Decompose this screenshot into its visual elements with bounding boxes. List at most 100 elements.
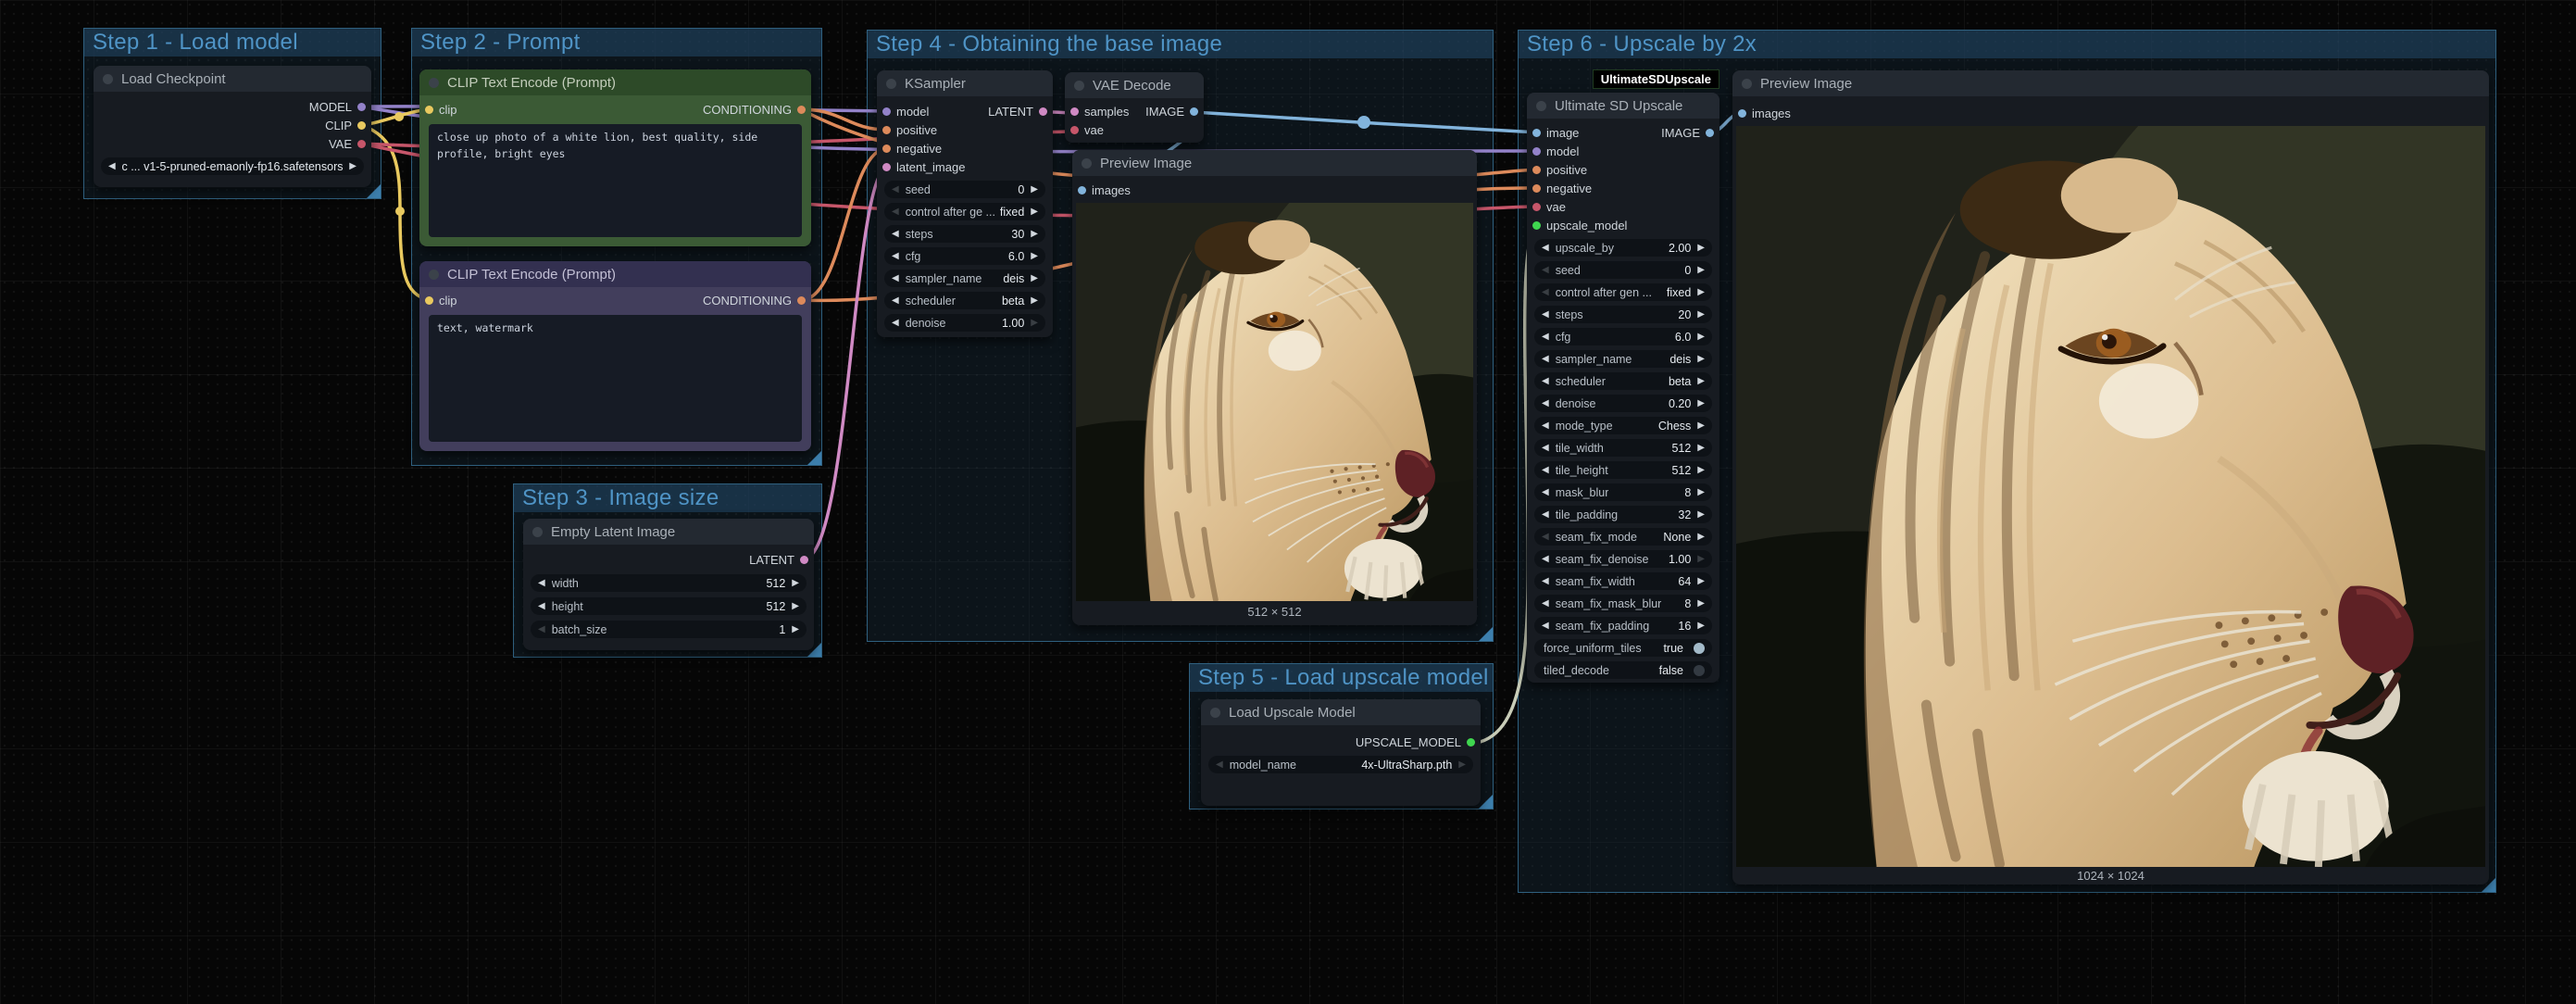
slot-dot[interactable] [1532,221,1541,230]
left-arrow-icon[interactable]: ◀ [1542,577,1549,586]
widget-seed[interactable]: ◀seed0▶ [1534,261,1712,279]
node-header[interactable]: Empty Latent Image [523,519,814,545]
left-arrow-icon[interactable]: ◀ [1542,421,1549,431]
slot-dot[interactable] [882,144,891,153]
input-slot-vae[interactable]: vae [1065,120,1204,139]
widget-tile-width[interactable]: ◀tile_width512▶ [1534,439,1712,457]
widget-upscale-by[interactable]: ◀upscale_by2.00▶ [1534,239,1712,257]
node-preview-image-upscaled[interactable]: Preview Image images 1024 × 1024 [1732,70,2489,885]
input-slot-negative[interactable]: negative [877,139,1053,157]
slot-dot[interactable] [1706,129,1714,137]
left-arrow-icon[interactable]: ◀ [1542,599,1549,609]
right-arrow-icon[interactable]: ▶ [792,579,799,588]
right-arrow-icon[interactable]: ▶ [1697,510,1705,520]
right-arrow-icon[interactable]: ▶ [1697,288,1705,297]
group-resize-handle[interactable] [367,184,381,198]
right-arrow-icon[interactable]: ▶ [1031,252,1038,261]
prompt-textarea[interactable]: close up photo of a white lion, best qua… [429,124,802,237]
right-arrow-icon[interactable]: ▶ [1697,244,1705,253]
right-arrow-icon[interactable]: ▶ [1697,488,1705,497]
node-vae-decode[interactable]: VAE Decode samples IMAGE vae [1065,72,1204,143]
node-header[interactable]: VAE Decode [1065,72,1204,98]
slot-dot[interactable] [1190,107,1198,116]
slot-dot[interactable] [797,296,806,305]
output-slot-vae[interactable]: VAE [94,134,371,153]
collapse-dot-icon[interactable] [103,74,113,84]
right-arrow-icon[interactable]: ▶ [1697,310,1705,320]
input-slot-upscale-model[interactable]: upscale_model [1527,216,1719,234]
input-slot-images[interactable]: images [1072,181,1477,199]
left-arrow-icon[interactable]: ◀ [892,252,899,261]
slot-dot[interactable] [1039,107,1047,116]
collapse-dot-icon[interactable] [429,78,439,88]
group-header[interactable]: Step 1 - Load model [84,29,381,56]
node-header[interactable]: Ultimate SD Upscale [1527,93,1719,119]
node-load-checkpoint[interactable]: Load Checkpoint MODEL CLIP VAE ◀ c ... v… [94,66,371,187]
input-slot-image[interactable]: image [1532,126,1579,140]
left-arrow-icon[interactable]: ◀ [1542,355,1549,364]
widget-seam-fix-padding[interactable]: ◀seam_fix_padding16▶ [1534,617,1712,634]
slot-dot[interactable] [1532,184,1541,193]
toggle-knob-icon[interactable] [1694,643,1705,654]
widget-denoise[interactable]: ◀denoise1.00▶ [884,314,1045,332]
slot-dot[interactable] [882,126,891,134]
left-arrow-icon[interactable]: ◀ [1542,377,1549,386]
group-resize-handle[interactable] [1479,627,1493,641]
widget-control-after-generate[interactable]: ◀control after ge ...fixed▶ [884,203,1045,220]
left-arrow-icon[interactable]: ◀ [892,185,899,195]
node-header[interactable]: CLIP Text Encode (Prompt) [419,69,811,95]
right-arrow-icon[interactable]: ▶ [1697,599,1705,609]
left-arrow-icon[interactable]: ◀ [1542,488,1549,497]
right-arrow-icon[interactable]: ▶ [1697,466,1705,475]
right-arrow-icon[interactable]: ▶ [1697,444,1705,453]
widget-tile-padding[interactable]: ◀tile_padding32▶ [1534,506,1712,523]
widget-steps[interactable]: ◀steps20▶ [1534,306,1712,323]
reroute-dot[interactable] [395,207,405,216]
node-header[interactable]: Preview Image [1072,150,1477,176]
widget-seam-fix-width[interactable]: ◀seam_fix_width64▶ [1534,572,1712,590]
widget-cfg[interactable]: ◀cfg6.0▶ [1534,328,1712,345]
slot-dot[interactable] [1532,166,1541,174]
output-slot-image[interactable]: IMAGE [1661,126,1714,140]
widget-scheduler[interactable]: ◀schedulerbeta▶ [1534,372,1712,390]
collapse-dot-icon[interactable] [1742,79,1752,89]
input-slot-images[interactable]: images [1732,104,2489,122]
input-slot-model[interactable]: model [1527,142,1719,160]
collapse-dot-icon[interactable] [886,79,896,89]
left-arrow-icon[interactable]: ◀ [1542,244,1549,253]
input-slot-clip[interactable]: clip [425,103,457,117]
node-clip-text-encode-positive[interactable]: CLIP Text Encode (Prompt) clip CONDITION… [419,69,811,246]
slot-dot[interactable] [357,121,366,130]
widget-batch-size[interactable]: ◀batch_size1▶ [531,621,807,638]
output-slot-image[interactable]: IMAGE [1145,105,1198,119]
widget-tile-height[interactable]: ◀tile_height512▶ [1534,461,1712,479]
collapse-dot-icon[interactable] [1074,81,1084,91]
left-arrow-icon[interactable]: ◀ [1542,510,1549,520]
left-arrow-icon[interactable]: ◀ [1542,466,1549,475]
widget-cfg[interactable]: ◀cfg6.0▶ [884,247,1045,265]
widget-seam-fix-mask-blur[interactable]: ◀seam_fix_mask_blur8▶ [1534,595,1712,612]
output-slot-conditioning[interactable]: CONDITIONING [703,294,806,307]
slot-dot[interactable] [1070,126,1079,134]
input-slot-vae[interactable]: vae [1527,197,1719,216]
right-arrow-icon[interactable]: ▶ [1697,533,1705,542]
left-arrow-icon[interactable]: ◀ [1542,288,1549,297]
slot-dot[interactable] [1070,107,1079,116]
left-arrow-icon[interactable]: ◀ [892,230,899,239]
widget-seed[interactable]: ◀seed0▶ [884,181,1045,198]
output-slot-model[interactable]: MODEL [94,97,371,116]
slot-dot[interactable] [1467,738,1475,747]
node-preview-image-base[interactable]: Preview Image images 512 × 512 [1072,150,1477,625]
right-arrow-icon[interactable]: ▶ [1458,760,1466,770]
input-slot-clip[interactable]: clip [425,294,457,307]
widget-model-name[interactable]: ◀model_name4x-UltraSharp.pth▶ [1208,756,1473,773]
slot-dot[interactable] [1532,147,1541,156]
left-arrow-icon[interactable]: ◀ [1542,266,1549,275]
right-arrow-icon[interactable]: ▶ [792,625,799,634]
right-arrow-icon[interactable]: ▶ [1697,355,1705,364]
group-resize-handle[interactable] [807,451,821,465]
slot-dot[interactable] [800,556,808,564]
widget-mask-blur[interactable]: ◀mask_blur8▶ [1534,483,1712,501]
slot-dot[interactable] [882,163,891,171]
collapse-dot-icon[interactable] [429,270,439,280]
